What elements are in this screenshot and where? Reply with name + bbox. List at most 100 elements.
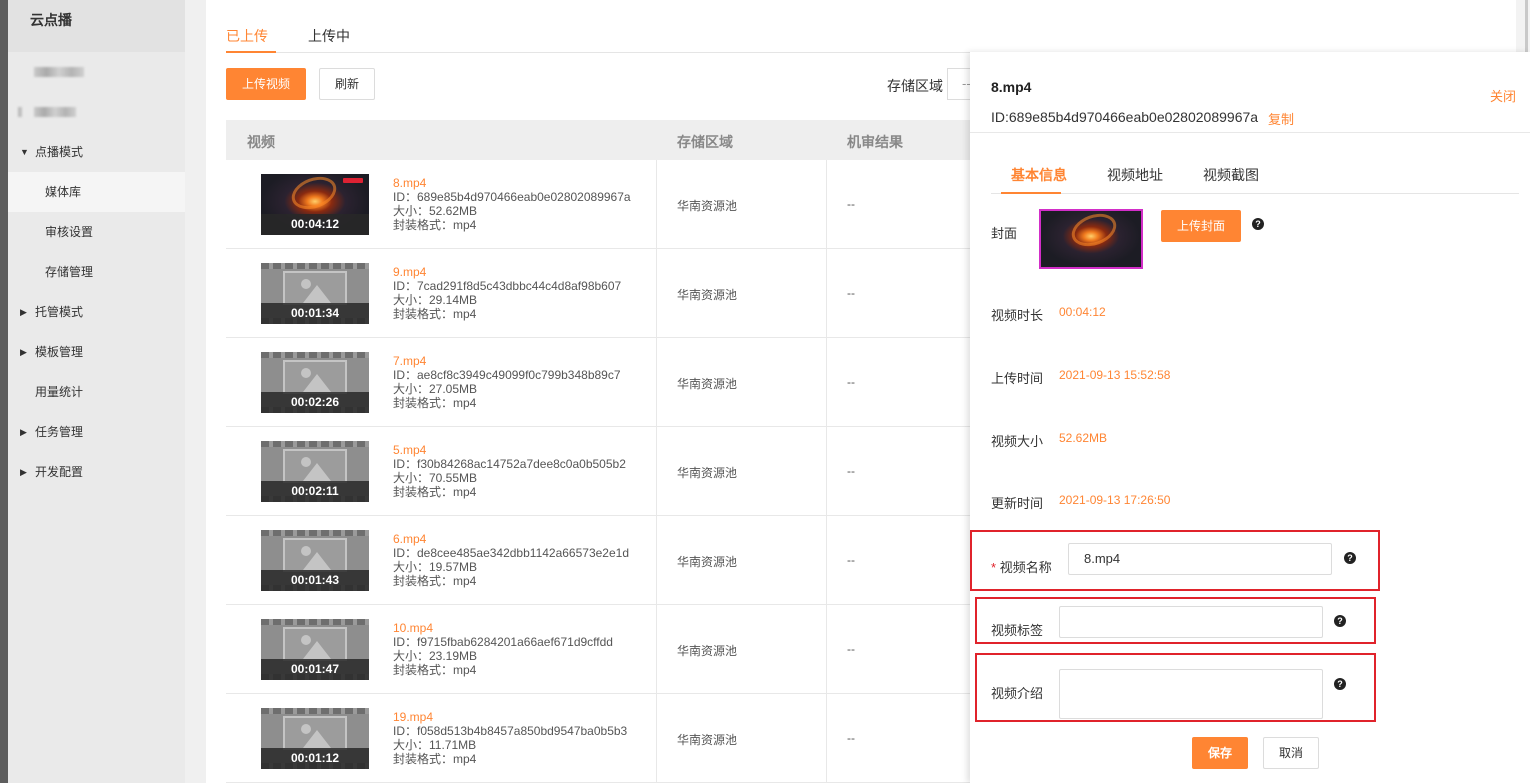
refresh-button[interactable]: 刷新 — [319, 68, 375, 100]
table-row[interactable]: 00:04:12 8.mp4 ID：689e85b4d970466eab0e0280… — [226, 160, 976, 249]
tab-video-screenshots[interactable]: 视频截图 — [1203, 165, 1259, 185]
video-info: 19.mp4 ID：f058d513b4b8457a850bd9547ba0b5b… — [393, 710, 627, 766]
caret-right-icon: ▶ — [20, 347, 27, 357]
sidebar-item-storage-management[interactable]: 存储管理 — [8, 252, 185, 292]
column-divider — [826, 160, 827, 249]
tab-uploading[interactable]: 上传中 — [308, 26, 350, 46]
video-format: 封装格式：mp4 — [393, 396, 477, 410]
sidebar-item-hosted-mode[interactable]: ▶ 托管模式 — [8, 292, 185, 332]
video-thumbnail[interactable]: 00:02:26 — [261, 352, 369, 413]
close-link[interactable]: 关闭 — [1490, 86, 1516, 105]
video-thumbnail[interactable]: 00:01:34 — [261, 263, 369, 324]
sidebar-item-redacted-2[interactable] — [8, 92, 185, 132]
sidebar-item-media-library[interactable]: 媒体库 — [8, 172, 185, 212]
storage-region-cell: 华南资源池 — [677, 644, 738, 658]
copy-link[interactable]: 复制 — [1268, 109, 1294, 128]
video-tags-input[interactable] — [1059, 606, 1323, 638]
column-divider — [656, 605, 657, 694]
redacted-bullet — [18, 107, 22, 117]
sidebar-item-vod-mode[interactable]: ▼ 点播模式 — [8, 132, 185, 172]
sidebar: 云点播 ▼ 点播模式 媒体库 审核设置 存储管理 ▶ 托管模式 ▶ 模板管理 用… — [8, 0, 185, 783]
video-name-link[interactable]: 10.mp4 — [393, 621, 613, 635]
video-thumbnail[interactable]: 00:02:11 — [261, 441, 369, 502]
video-info: 6.mp4 ID：de8cee485ae342dbb1142a66573e2e1d… — [393, 532, 629, 588]
update-time-value: 2021-09-13 17:26:50 — [1059, 493, 1171, 507]
tab-uploaded[interactable]: 已上传 — [226, 26, 268, 46]
storage-region-cell: 华南资源池 — [677, 199, 738, 213]
sidebar-item-usage-stats[interactable]: 用量统计 — [8, 372, 185, 412]
table-row[interactable]: 00:01:43 6.mp4 ID：de8cee485ae342dbb1142a66… — [226, 516, 976, 605]
column-divider — [656, 249, 657, 338]
video-size: 大小：52.62MB — [393, 204, 478, 218]
video-name-link[interactable]: 8.mp4 — [393, 176, 631, 190]
image-placeholder-icon — [283, 538, 347, 572]
video-id: ID：f30b84268ac14752a7dee8c0a0b505b2 — [393, 457, 626, 471]
video-name-input[interactable]: 8.mp4 — [1068, 543, 1332, 575]
video-size: 大小：19.57MB — [393, 560, 478, 574]
table-row[interactable]: 00:01:12 19.mp4 ID：f058d513b4b8457a850bd95… — [226, 694, 976, 783]
duration-badge: 00:01:34 — [261, 303, 369, 324]
table-row[interactable]: 00:02:26 7.mp4 ID：ae8cf8c3949c49099f0c799b… — [226, 338, 976, 427]
video-name-link[interactable]: 7.mp4 — [393, 354, 621, 368]
tab-video-address[interactable]: 视频地址 — [1107, 165, 1163, 185]
column-divider — [826, 605, 827, 694]
video-thumbnail[interactable]: 00:01:12 — [261, 708, 369, 769]
upload-video-button[interactable]: 上传视频 — [226, 68, 306, 100]
duration-badge: 00:01:47 — [261, 659, 369, 680]
storage-region-cell: 华南资源池 — [677, 377, 738, 391]
video-format: 封装格式：mp4 — [393, 307, 477, 321]
video-thumbnail[interactable]: 00:01:47 — [261, 619, 369, 680]
sidebar-item-label: 媒体库 — [45, 185, 82, 199]
video-thumbnail[interactable]: 00:01:43 — [261, 530, 369, 591]
video-name-link[interactable]: 5.mp4 — [393, 443, 626, 457]
panel-divider — [970, 132, 1530, 133]
video-size: 大小：23.19MB — [393, 649, 478, 663]
sidebar-item-redacted-1[interactable] — [8, 52, 185, 92]
video-thumbnail[interactable]: 00:04:12 — [261, 174, 369, 235]
help-icon[interactable]: ? — [1334, 678, 1346, 690]
video-id: ID:689e85b4d970466eab0e02802089967a — [991, 109, 1259, 125]
video-name-label: * 视频名称 — [991, 557, 1052, 576]
column-divider — [826, 249, 827, 338]
help-icon[interactable]: ? — [1252, 218, 1264, 230]
video-name-link[interactable]: 6.mp4 — [393, 532, 629, 546]
video-info: 9.mp4 ID：7cad291f8d5c43dbbc44c4d8af98b607… — [393, 265, 621, 321]
column-divider — [656, 338, 657, 427]
video-id: ID：f9715fbab6284201a66aef671d9cffdd — [393, 635, 613, 649]
sidebar-item-label: 任务管理 — [35, 425, 84, 439]
video-id: ID：689e85b4d970466eab0e02802089967a — [393, 190, 631, 204]
video-name-link[interactable]: 9.mp4 — [393, 265, 621, 279]
video-detail-panel: 8.mp4 关闭 ID:689e85b4d970466eab0e02802089… — [970, 52, 1530, 783]
sidebar-item-dev-config[interactable]: ▶ 开发配置 — [8, 452, 185, 492]
column-header-review: 机审结果 — [847, 134, 903, 150]
table-row[interactable]: 00:01:34 9.mp4 ID：7cad291f8d5c43dbbc44c4d8… — [226, 249, 976, 338]
table-row[interactable]: 00:02:11 5.mp4 ID：f30b84268ac14752a7dee8c0… — [226, 427, 976, 516]
size-label: 视频大小 — [991, 434, 1044, 449]
tab-basic-info[interactable]: 基本信息 — [1011, 165, 1067, 185]
table-row[interactable]: 00:01:47 10.mp4 ID：f9715fbab6284201a66aef6… — [226, 605, 976, 694]
video-format: 封装格式：mp4 — [393, 663, 477, 677]
duration-badge: 00:02:26 — [261, 392, 369, 413]
help-icon[interactable]: ? — [1334, 615, 1346, 627]
help-icon[interactable]: ? — [1344, 552, 1356, 564]
column-header-video: 视频 — [247, 134, 275, 150]
required-mark: * — [991, 560, 997, 575]
video-name-link[interactable]: 19.mp4 — [393, 710, 627, 724]
upload-cover-button[interactable]: 上传封面 — [1161, 210, 1241, 242]
sidebar-item-task-management[interactable]: ▶ 任务管理 — [8, 412, 185, 452]
cancel-button[interactable]: 取消 — [1263, 737, 1319, 769]
duration-label: 视频时长 — [991, 308, 1044, 323]
save-button[interactable]: 保存 — [1192, 737, 1248, 769]
sidebar-item-template-management[interactable]: ▶ 模板管理 — [8, 332, 185, 372]
scrollbar-thumb[interactable] — [1525, 0, 1528, 60]
video-format: 封装格式：mp4 — [393, 752, 477, 766]
review-result-cell: -- — [847, 642, 855, 656]
sidebar-item-review-settings[interactable]: 审核设置 — [8, 212, 185, 252]
duration-value: 00:04:12 — [1059, 305, 1106, 319]
column-header-region: 存储区域 — [677, 134, 733, 150]
content-gutter — [185, 0, 206, 783]
cover-label: 封面 — [991, 226, 1018, 241]
video-intro-textarea[interactable] — [1059, 669, 1323, 719]
panel-title: 8.mp4 — [991, 79, 1032, 95]
video-id: ID：7cad291f8d5c43dbbc44c4d8af98b607 — [393, 279, 622, 293]
